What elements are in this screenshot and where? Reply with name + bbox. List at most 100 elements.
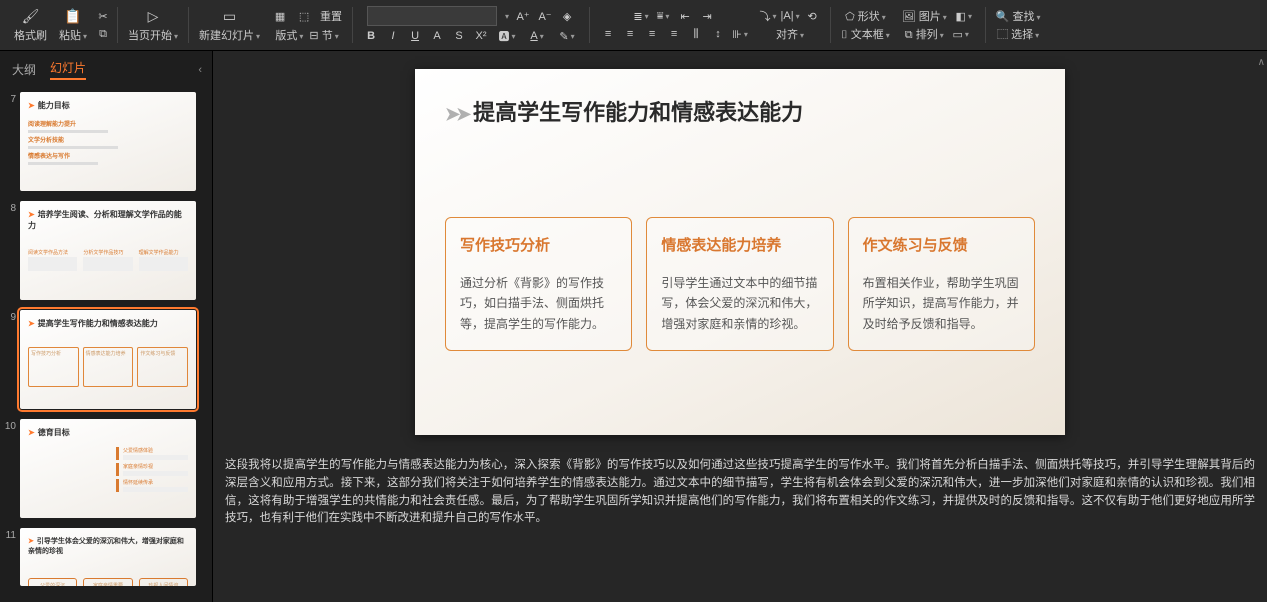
bullets-button[interactable]: ≣▾	[633, 8, 649, 24]
slide-number: 8	[4, 201, 16, 300]
font-decrease-button[interactable]: A⁻	[537, 8, 553, 24]
paste-button[interactable]: 📋 粘贴▾	[53, 0, 93, 50]
thumbnail-row: 8 ➤培养学生阅读、分析和理解文学作品的能力 阅读文学作品方法 分析文学作品技巧…	[4, 201, 202, 300]
arrange-button[interactable]: ⧉ 排列▾	[905, 26, 944, 42]
thumb-title: 培养学生阅读、分析和理解文学作品的能力	[28, 210, 182, 230]
card-title: 情感表达能力培养	[661, 234, 818, 255]
insert-group: ⬠ 形状▾ ⌷ 文本框▾	[835, 0, 896, 50]
thumb-card: 情感表达能力培养	[83, 347, 134, 387]
collapse-panel-button[interactable]: ‹	[198, 64, 202, 76]
fill-color-button[interactable]: ✎▾	[555, 28, 579, 44]
vertical-text-button[interactable]: |A|▾	[782, 8, 798, 24]
thumbnail-row: 10 ➤德育目标 父爱情感体验 家庭亲情珍视 情怀延续传承	[4, 419, 202, 518]
outline-button[interactable]: ▭▾	[950, 26, 972, 42]
fill-button[interactable]: ◧▾	[953, 8, 975, 24]
slide-number: 9	[4, 310, 16, 409]
align-center-button[interactable]: ≡	[622, 26, 638, 42]
new-slide-label: 新建幻灯片▾	[199, 27, 260, 43]
new-slide-button[interactable]: ▭ 新建幻灯片▾	[193, 0, 266, 50]
title-arrow-icon: ➤➤	[445, 104, 467, 124]
slide-thumbnail-10[interactable]: ➤德育目标 父爱情感体验 家庭亲情珍视 情怀延续传承	[20, 419, 196, 518]
clipboard-icon: 📋	[64, 7, 82, 25]
line-spacing-button[interactable]: ↕	[710, 26, 726, 42]
reset-label: 重置	[320, 8, 342, 24]
reset-icon: ⬚	[296, 8, 312, 24]
picture-button[interactable]: 🖼 图片▾	[902, 8, 947, 24]
shadow-button[interactable]: A	[429, 28, 445, 44]
slide-number: 10	[4, 419, 16, 518]
thumb-line: 文学分析技能	[28, 135, 188, 144]
strike-button[interactable]: S	[451, 28, 467, 44]
card-body: 布置相关作业，帮助学生巩固所学知识，提高写作能力，并及时给予反馈和指导。	[863, 273, 1020, 334]
paragraph-group: ≣▾ ⩸▾ ⇤ ⇥ ≡ ≡ ≡ ≡ ⫼ ↕ ⊪▾	[594, 0, 754, 50]
highlight-button[interactable]: 🅰▾	[495, 28, 519, 44]
card-3: 作文练习与反馈 布置相关作业，帮助学生巩固所学知识，提高写作能力，并及时给予反馈…	[848, 217, 1035, 351]
format-painter-button[interactable]: 🖌 格式刷	[8, 0, 53, 50]
section-label[interactable]: ⊟ 节▾	[309, 27, 338, 43]
layout-button[interactable]: ▦ ⬚重置 版式▾ ⊟ 节▾	[266, 0, 348, 50]
card-body: 通过分析《背影》的写作技巧，如白描手法、侧面烘托等，提高学生的写作能力。	[460, 273, 617, 334]
align-right-button[interactable]: ≡	[644, 26, 660, 42]
thumb-card: 作文练习与反馈	[137, 347, 188, 387]
bold-button[interactable]: B	[363, 28, 379, 44]
font-group: ▾ A⁺ A⁻ ◈ B I U A S X² 🅰▾ A▾ ✎▾	[357, 0, 585, 50]
underline-button[interactable]: U	[407, 28, 423, 44]
copy-button[interactable]: ⧉	[95, 26, 111, 42]
start-current-label: 当页开始▾	[128, 27, 178, 43]
cut-copy-group: ✂ ⧉	[93, 0, 113, 50]
slide-thumbnail-9[interactable]: ➤提高学生写作能力和情感表达能力 写作技巧分析 情感表达能力培养 作文练习与反馈	[20, 310, 196, 409]
brush-icon: 🖌	[22, 7, 40, 25]
card-title: 写作技巧分析	[460, 234, 617, 255]
sidebar-tabs: 大纲 幻灯片 ‹	[0, 51, 212, 88]
slide-panel: 大纲 幻灯片 ‹ 7 ➤能力目标 阅读理解能力提升 文学分析技能 情感表达与写作	[0, 51, 213, 602]
collapse-right-icon[interactable]: ∧	[1258, 57, 1265, 68]
numbering-button[interactable]: ⩸▾	[655, 8, 671, 24]
slide-thumbnail-7[interactable]: ➤能力目标 阅读理解能力提升 文学分析技能 情感表达与写作	[20, 92, 196, 191]
superscript-button[interactable]: X²	[473, 28, 489, 44]
tab-outline[interactable]: 大纲	[12, 61, 36, 78]
thumb-card: 写作技巧分析	[28, 347, 79, 387]
slide-canvas[interactable]: ➤➤提高学生写作能力和情感表达能力 写作技巧分析 通过分析《背影》的写作技巧，如…	[415, 69, 1065, 435]
slide-thumbnail-11[interactable]: ➤引导学生体会父爱的深沉和伟大，增强对家庭和亲情的珍视 父爱的深沉 家庭亲情重要…	[20, 528, 196, 586]
thumb-line: 情感表达与写作	[28, 151, 188, 160]
ribbon-toolbar: 🖌 格式刷 📋 粘贴▾ ✂ ⧉ ▷ 当页开始▾ ▭ 新建幻灯片▾ ▦ ⬚重置 版…	[0, 0, 1267, 51]
find-button[interactable]: 🔍 查找▾	[996, 8, 1041, 24]
font-color-button[interactable]: A▾	[525, 28, 549, 44]
indent-decrease-button[interactable]: ⇤	[677, 8, 693, 24]
thumbnail-row: 9 ➤提高学生写作能力和情感表达能力 写作技巧分析 情感表达能力培养 作文练习与…	[4, 310, 202, 409]
start-current-button[interactable]: ▷ 当页开始▾	[122, 0, 184, 50]
slide-number: 11	[4, 528, 16, 586]
add-slide-button[interactable]: +	[4, 596, 202, 602]
font-increase-button[interactable]: A⁺	[515, 8, 531, 24]
align-label[interactable]: 对齐▾	[776, 26, 804, 42]
tab-slides[interactable]: 幻灯片	[50, 59, 86, 80]
align-left-button[interactable]: ≡	[600, 26, 616, 42]
thumbnail-row: 7 ➤能力目标 阅读理解能力提升 文学分析技能 情感表达与写作	[4, 92, 202, 191]
convert-button[interactable]: ⟲	[804, 8, 820, 24]
card-2: 情感表达能力培养 引导学生通过文本中的细节描写，体会父爱的深沉和伟大，增强对家庭…	[646, 217, 833, 351]
italic-button[interactable]: I	[385, 28, 401, 44]
slide-thumbnail-8[interactable]: ➤培养学生阅读、分析和理解文学作品的能力 阅读文学作品方法 分析文学作品技巧 理…	[20, 201, 196, 300]
thumbnail-row: 11 ➤引导学生体会父爱的深沉和伟大，增强对家庭和亲情的珍视 父爱的深沉 家庭亲…	[4, 528, 202, 586]
font-family-select[interactable]	[367, 6, 497, 26]
align-justify-button[interactable]: ≡	[666, 26, 682, 42]
thumbnail-list: 7 ➤能力目标 阅读理解能力提升 文学分析技能 情感表达与写作 8	[0, 88, 212, 602]
thumb-title: 提高学生写作能力和情感表达能力	[38, 319, 158, 328]
text-direction-button[interactable]: ⤵▾	[760, 8, 776, 24]
textbox-button[interactable]: ⌷ 文本框▾	[841, 26, 890, 42]
thumb-card: 父爱的深沉	[28, 578, 77, 586]
clear-format-button[interactable]: ◈	[559, 8, 575, 24]
find-group: 🔍 查找▾ ⬚ 选择▾	[990, 0, 1047, 50]
distribute-button[interactable]: ⫼	[688, 26, 704, 42]
thumb-title: 德育目标	[38, 428, 70, 437]
card-1: 写作技巧分析 通过分析《背影》的写作技巧，如白描手法、侧面烘托等，提高学生的写作…	[445, 217, 632, 351]
thumb-title: 能力目标	[38, 101, 70, 110]
columns-button[interactable]: ⊪▾	[732, 26, 748, 42]
slide-title: ➤➤提高学生写作能力和情感表达能力	[445, 95, 1035, 127]
cut-button[interactable]: ✂	[95, 8, 111, 24]
select-button[interactable]: ⬚ 选择▾	[997, 26, 1039, 42]
text-direction-group: ⤵▾ |A|▾ ⟲ 对齐▾	[754, 0, 826, 50]
speaker-notes[interactable]: 这段我将以提高学生的写作能力与情感表达能力为核心，深入探索《背影》的写作技巧以及…	[225, 457, 1255, 528]
shape-button[interactable]: ⬠ 形状▾	[845, 8, 886, 24]
indent-increase-button[interactable]: ⇥	[699, 8, 715, 24]
